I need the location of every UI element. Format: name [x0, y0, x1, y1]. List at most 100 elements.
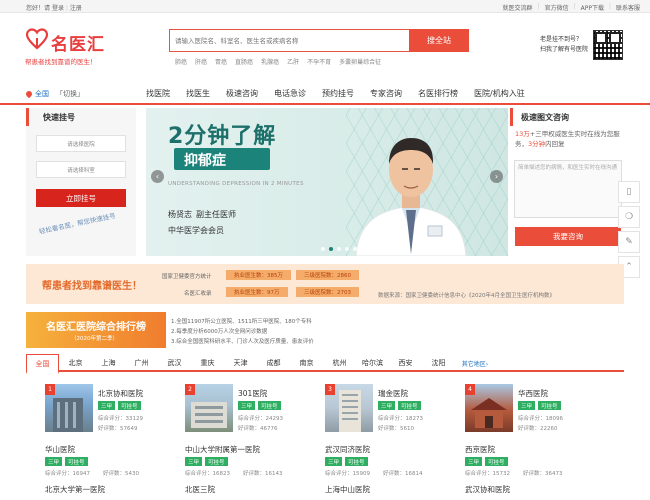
hospital-reviews: 好评数：36473 — [523, 471, 563, 477]
bookable-tag: 可挂号 — [258, 401, 281, 410]
tab-more-regions[interactable]: 其它地区› — [455, 354, 495, 372]
promo-banner[interactable]: 2分钟了解 抑郁症 UNDERSTANDING DEPRESSION IN 2 … — [146, 108, 508, 256]
banner-dot[interactable] — [353, 247, 357, 251]
nav-item-quick-consult[interactable]: 极速咨询 — [226, 88, 258, 99]
hospital-name[interactable]: 西京医院 — [465, 444, 495, 455]
ranking-banner: 名医汇医院综合排行榜 （2020年第二季） — [26, 312, 166, 348]
hot-word[interactable]: 直肠癌 — [235, 57, 253, 66]
hospital-rank: 2 — [185, 384, 195, 395]
top-link-wechat[interactable]: 官方微信 — [545, 3, 569, 12]
tab-shenyang[interactable]: 沈阳 — [422, 354, 455, 372]
tab-wuhan[interactable]: 武汉 — [158, 354, 191, 372]
qr-code-icon — [593, 30, 623, 60]
hospital-name[interactable]: 301医院 — [238, 388, 267, 399]
banner-dot[interactable] — [345, 247, 349, 251]
logo-icon[interactable] — [26, 28, 48, 50]
banner-prev-button[interactable]: ‹ — [151, 170, 164, 183]
tab-chengdu[interactable]: 成都 — [257, 354, 290, 372]
search-button[interactable]: 搜全站 — [409, 29, 469, 52]
hot-word[interactable]: 肝癌 — [195, 57, 207, 66]
hospital-name[interactable]: 北京协和医院 — [98, 388, 143, 399]
top-link-service[interactable]: 联系客服 — [616, 3, 640, 12]
tab-shanghai[interactable]: 上海 — [92, 354, 125, 372]
tab-beijing[interactable]: 北京 — [59, 354, 92, 372]
banner-next-button[interactable]: › — [490, 170, 503, 183]
hospital-image[interactable]: 4 — [465, 384, 513, 432]
department-select[interactable]: 请选择科室 — [36, 161, 126, 178]
booking-title: 快速挂号 — [43, 113, 75, 122]
logo-text[interactable]: 名医汇 — [51, 30, 105, 55]
hospital-name[interactable]: 北京大学第一医院 — [45, 484, 105, 495]
top-link-app[interactable]: APP下载 — [581, 3, 604, 12]
tab-nanjing[interactable]: 南京 — [290, 354, 323, 372]
doctor-name: 杨贤志 — [168, 210, 192, 219]
hospital-score: 综合评分：33129 — [98, 416, 143, 422]
hot-word[interactable]: 胃癌 — [215, 57, 227, 66]
feedback-icon[interactable]: ✎ — [618, 231, 640, 253]
banner-dot[interactable] — [337, 247, 341, 251]
hospital-select[interactable]: 请选择医院 — [36, 135, 126, 152]
hospital-name[interactable]: 中山大学附属第一医院 — [185, 444, 260, 455]
stats-included-hospitals: 三级医院数：2703 — [296, 287, 359, 297]
region-tabs: 全国 北京 上海 广州 武汉 重庆 天津 成都 南京 杭州 哈尔滨 西安 沈阳 … — [26, 354, 624, 374]
nav-item-ranking[interactable]: 名医排行榜 — [418, 88, 458, 99]
ranking-notes: 1.全国11907所公立医院、1511所三甲医院、180个专科 2.每季度分析6… — [171, 319, 314, 345]
quick-booking-panel: 快速挂号 请选择医院 请选择科室 立即挂号 轻松看名医，帮您快速挂号 — [26, 108, 136, 256]
nav-item-hospitals[interactable]: 找医院 — [146, 88, 170, 99]
bookable-tag: 可挂号 — [205, 457, 228, 466]
tab-tianjin[interactable]: 天津 — [224, 354, 257, 372]
tab-chongqing[interactable]: 重庆 — [191, 354, 224, 372]
hospital-image[interactable]: 3 — [325, 384, 373, 432]
city-name[interactable]: 全国 — [35, 89, 49, 99]
consult-textarea[interactable]: 简单描述您的病情，和医生实时在线沟通 — [514, 160, 622, 218]
nav-item-phone-emergency[interactable]: 电话急诊 — [274, 88, 306, 99]
hot-word[interactable]: 肺癌 — [175, 57, 187, 66]
login-link[interactable]: 登录 — [52, 5, 64, 12]
consult-button[interactable]: 我要咨询 — [515, 227, 621, 246]
banner-dot[interactable] — [321, 247, 325, 251]
hospital-name[interactable]: 北医三院 — [185, 484, 215, 495]
city-selector[interactable]: 全国 「切换」 — [24, 89, 84, 99]
tab-harbin[interactable]: 哈尔滨 — [356, 354, 389, 372]
stats-included-doctors: 执业医生数：97万 — [226, 287, 288, 297]
hospital-name[interactable]: 武汉协和医院 — [465, 484, 510, 495]
hospital-level-tag: 三甲 — [185, 457, 203, 466]
banner-subtitle: UNDERSTANDING DEPRESSION IN 2 MINUTES — [168, 181, 304, 187]
nav-item-doctors[interactable]: 找医生 — [186, 88, 210, 99]
top-link-group[interactable]: 就医交流群 — [503, 3, 533, 12]
tab-xian[interactable]: 西安 — [389, 354, 422, 372]
hospital-rank: 3 — [325, 384, 335, 395]
stats-tertiary-hospitals: 三级医院数：2860 — [296, 270, 359, 280]
tab-hangzhou[interactable]: 杭州 — [323, 354, 356, 372]
hot-word[interactable]: 不孕不育 — [307, 57, 331, 66]
bookable-tag: 可挂号 — [485, 457, 508, 466]
tab-national[interactable]: 全国 — [26, 354, 59, 374]
hot-word[interactable]: 多囊卵巢综合征 — [339, 57, 381, 66]
bookable-tag: 可挂号 — [345, 457, 368, 466]
city-switch-link[interactable]: 「切换」 — [56, 89, 84, 99]
chat-icon[interactable]: ❍ — [618, 206, 640, 228]
hospital-reviews: 好评数：22260 — [518, 426, 558, 432]
stats-official-label: 国家卫健委官方统计 — [162, 274, 212, 280]
hospital-name[interactable]: 上海中山医院 — [325, 484, 370, 495]
hospital-image[interactable]: 1 — [45, 384, 93, 432]
hot-word[interactable]: 乙肝 — [287, 57, 299, 66]
hot-word[interactable]: 乳腺癌 — [261, 57, 279, 66]
mobile-icon[interactable]: ▯ — [618, 181, 640, 203]
tab-guangzhou[interactable]: 广州 — [125, 354, 158, 372]
register-link[interactable]: 注册 — [70, 5, 82, 12]
search-input[interactable] — [175, 36, 385, 45]
hospital-name[interactable]: 华西医院 — [518, 388, 548, 399]
hospital-image[interactable]: 2 — [185, 384, 233, 432]
hospital-level-tag: 三甲 — [465, 457, 483, 466]
nav-item-expert-consult[interactable]: 专家咨询 — [370, 88, 402, 99]
nav-item-appointment[interactable]: 预约挂号 — [322, 88, 354, 99]
hospital-name[interactable]: 武汉同济医院 — [325, 444, 370, 455]
book-now-button[interactable]: 立即挂号 — [36, 189, 126, 207]
hospital-score: 综合评分：15732 — [465, 471, 510, 477]
banner-dot[interactable] — [329, 247, 333, 251]
nav-item-join[interactable]: 医院/机构入驻 — [474, 88, 525, 99]
doctor-portrait — [355, 138, 467, 256]
hospital-name[interactable]: 华山医院 — [45, 444, 75, 455]
hospital-name[interactable]: 瑞金医院 — [378, 388, 408, 399]
